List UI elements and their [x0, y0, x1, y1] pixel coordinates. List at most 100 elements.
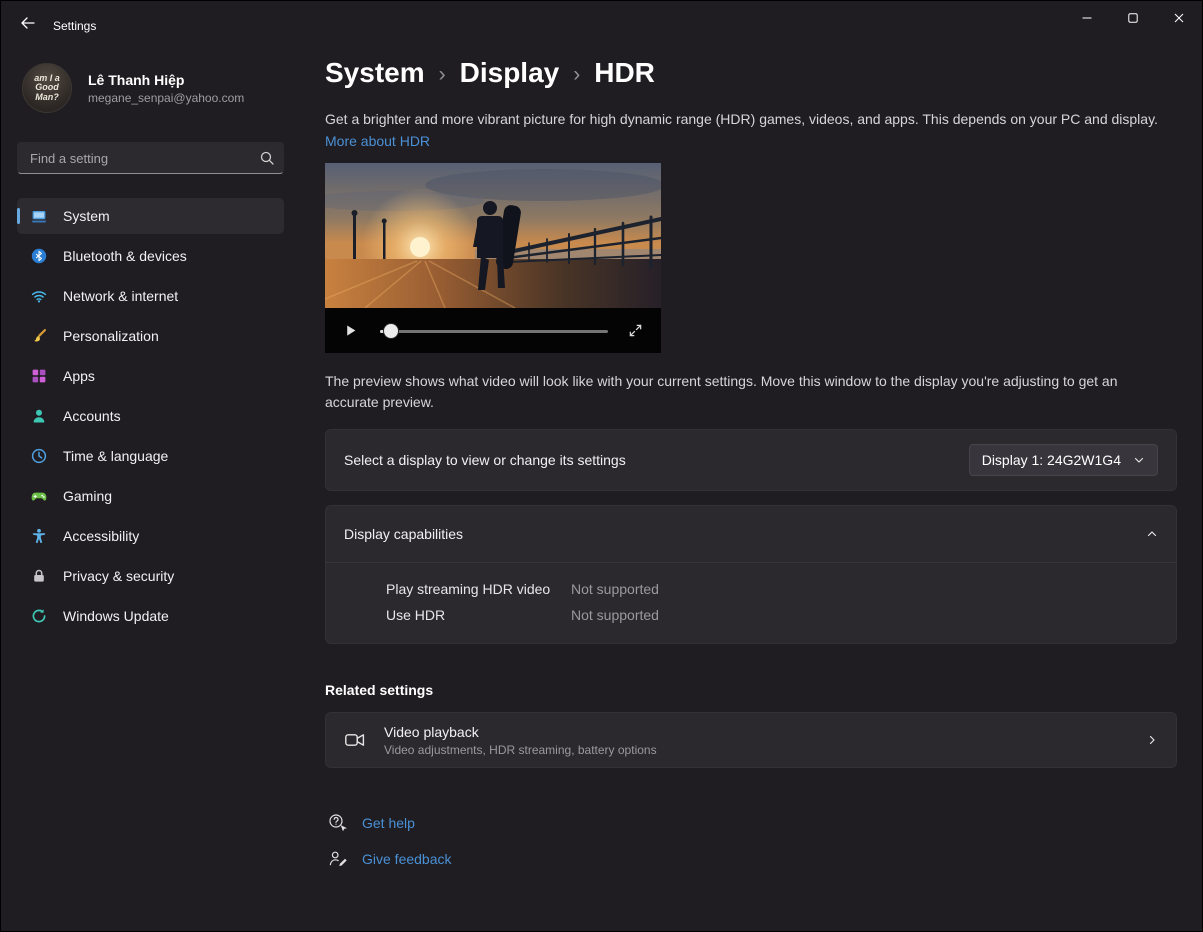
video-seek-slider[interactable] [380, 324, 608, 338]
give-feedback-link[interactable]: Give feedback [327, 849, 1175, 869]
video-playback-title: Video playback [384, 724, 657, 740]
chevron-right-icon [1146, 734, 1158, 746]
display-select-card: Select a display to view or change its s… [325, 429, 1177, 491]
video-camera-icon [344, 729, 366, 751]
apps-icon [31, 368, 47, 384]
personalization-icon [31, 328, 47, 344]
fullscreen-button[interactable] [624, 319, 647, 342]
feedback-icon [327, 849, 349, 869]
capability-label: Play streaming HDR video [386, 581, 571, 597]
user-email: megane_senpai@yahoo.com [88, 91, 244, 105]
video-playback-subtitle: Video adjustments, HDR streaming, batter… [384, 743, 657, 757]
sidebar-item-bluetooth-devices[interactable]: Bluetooth & devices [17, 238, 284, 274]
related-settings-heading: Related settings [325, 682, 1175, 698]
preview-note: The preview shows what video will look l… [325, 371, 1143, 413]
user-account: am I a Good Man? Lê Thanh Hiệp megane_se… [22, 63, 293, 113]
display-capabilities-title: Display capabilities [344, 526, 463, 542]
breadcrumb-system[interactable]: System [325, 57, 425, 89]
gaming-icon [31, 488, 47, 504]
get-help-link[interactable]: Get help [327, 812, 1175, 834]
fullscreen-icon [628, 323, 643, 338]
page-title: HDR [594, 57, 655, 89]
arrow-left-icon [20, 15, 36, 31]
display-select-label: Select a display to view or change its s… [344, 452, 626, 468]
breadcrumb-separator: › [439, 63, 446, 87]
display-select-dropdown[interactable]: Display 1: 24G2W1G4 [969, 444, 1158, 476]
sidebar-item-accounts[interactable]: Accounts [17, 398, 284, 434]
sidebar-nav: System Bluetooth & devices Network & inter… [17, 198, 293, 634]
windows-update-icon [31, 608, 47, 624]
get-help-label: Get help [362, 815, 415, 831]
sidebar-item-label: Personalization [63, 328, 159, 344]
sidebar-item-network-internet[interactable]: Network & internet [17, 278, 284, 314]
avatar: am I a Good Man? [22, 63, 72, 113]
bluetooth-icon [31, 248, 47, 264]
titlebar: Settings [1, 1, 1202, 49]
play-button[interactable] [339, 319, 362, 342]
time-language-icon [31, 448, 47, 464]
maximize-button[interactable] [1110, 1, 1156, 34]
help-icon [327, 812, 349, 834]
video-preview[interactable] [325, 163, 661, 308]
sidebar-item-windows-update[interactable]: Windows Update [17, 598, 284, 634]
sidebar-item-label: System [63, 208, 110, 224]
chevron-up-icon [1146, 528, 1158, 540]
user-info: Lê Thanh Hiệp megane_senpai@yahoo.com [88, 72, 244, 105]
maximize-icon [1127, 12, 1139, 24]
capability-row: Play streaming HDR video Not supported [326, 576, 1176, 602]
capability-label: Use HDR [386, 607, 571, 623]
video-controls [325, 308, 661, 353]
breadcrumb-separator: › [573, 63, 580, 87]
video-playback-text: Video playback Video adjustments, HDR st… [384, 724, 657, 757]
sidebar-item-label: Time & language [63, 448, 168, 464]
capability-value: Not supported [571, 581, 659, 597]
display-capabilities-card: Display capabilities Play streaming HDR … [325, 505, 1177, 644]
video-slider-thumb[interactable] [384, 324, 398, 338]
slider-track[interactable] [380, 330, 608, 333]
search-icon [259, 150, 275, 166]
sidebar-item-label: Windows Update [63, 608, 169, 624]
sidebar: am I a Good Man? Lê Thanh Hiệp megane_se… [1, 49, 309, 931]
sidebar-item-privacy-security[interactable]: Privacy & security [17, 558, 284, 594]
minimize-button[interactable] [1064, 1, 1110, 34]
video-playback-card[interactable]: Video playback Video adjustments, HDR st… [325, 712, 1177, 768]
sidebar-item-time-language[interactable]: Time & language [17, 438, 284, 474]
display-select-value: Display 1: 24G2W1G4 [982, 452, 1121, 468]
privacy-icon [31, 568, 47, 584]
display-capabilities-body: Play streaming HDR video Not supported U… [326, 562, 1176, 643]
footer-links: Get help Give feedback [325, 812, 1175, 869]
video-player [325, 163, 661, 353]
sidebar-item-apps[interactable]: Apps [17, 358, 284, 394]
sidebar-item-gaming[interactable]: Gaming [17, 478, 284, 514]
accounts-icon [31, 408, 47, 424]
settings-window: Settings am I a Good Man? Lê Thanh Hiệp … [0, 0, 1203, 932]
capability-value: Not supported [571, 607, 659, 623]
app-title: Settings [53, 19, 96, 33]
sidebar-item-label: Gaming [63, 488, 112, 504]
accessibility-icon [31, 528, 47, 544]
sidebar-item-label: Apps [63, 368, 95, 384]
sidebar-item-label: Privacy & security [63, 568, 174, 584]
sidebar-item-label: Network & internet [63, 288, 178, 304]
display-capabilities-header[interactable]: Display capabilities [326, 506, 1176, 562]
search-box [17, 142, 284, 174]
chevron-down-icon [1133, 454, 1145, 466]
close-icon [1173, 12, 1185, 24]
sidebar-item-label: Bluetooth & devices [63, 248, 187, 264]
sidebar-item-system[interactable]: System [17, 198, 284, 234]
user-name: Lê Thanh Hiệp [88, 72, 244, 88]
sidebar-item-label: Accessibility [63, 528, 139, 544]
sidebar-item-accessibility[interactable]: Accessibility [17, 518, 284, 554]
sidebar-item-label: Accounts [63, 408, 121, 424]
avatar-text-line: Man? [35, 93, 59, 102]
back-button[interactable] [9, 7, 47, 39]
more-about-hdr-link[interactable]: More about HDR [325, 133, 430, 149]
breadcrumb-display[interactable]: Display [460, 57, 560, 89]
network-icon [31, 288, 47, 304]
sidebar-item-personalization[interactable]: Personalization [17, 318, 284, 354]
system-icon [31, 208, 47, 224]
minimize-icon [1081, 12, 1093, 24]
search-input[interactable] [17, 142, 284, 174]
close-button[interactable] [1156, 1, 1202, 34]
selected-indicator [17, 208, 20, 224]
